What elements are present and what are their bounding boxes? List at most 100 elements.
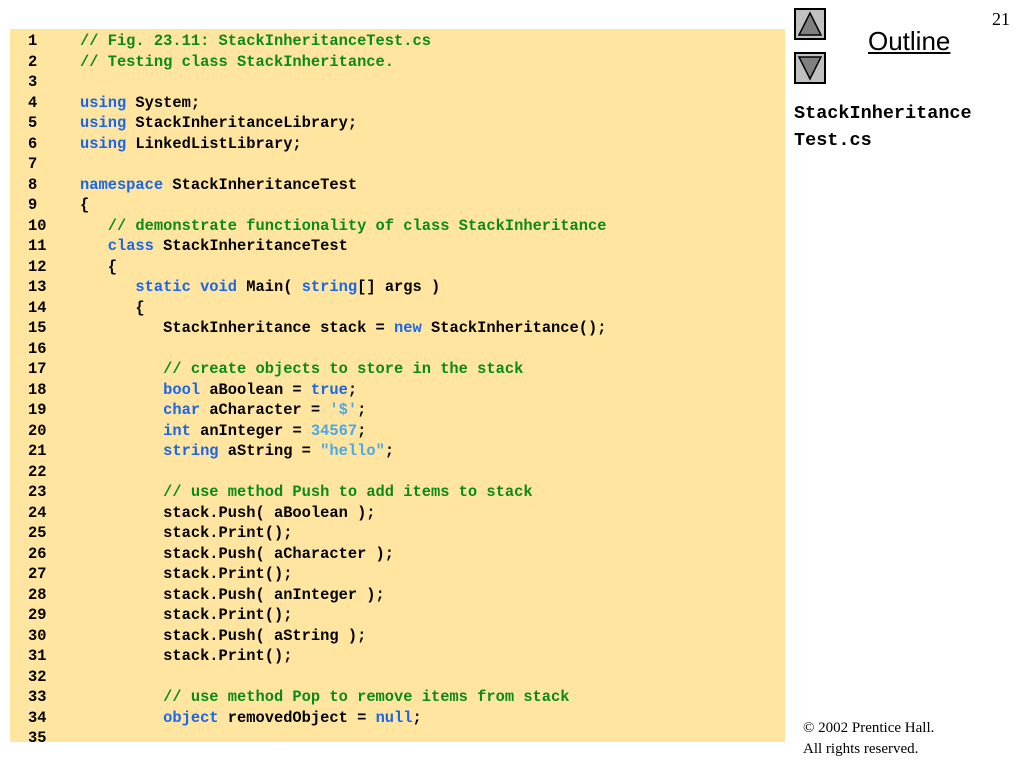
- line-number: 3: [28, 73, 38, 91]
- line-number: 2: [28, 52, 38, 71]
- slide-number: 21: [992, 9, 1010, 29]
- code-token: new: [394, 319, 422, 337]
- line-number: 15: [28, 319, 47, 337]
- code-token: // demonstrate functionality of class St…: [107, 216, 607, 235]
- code-token: // create objects to store in the stack: [163, 360, 524, 378]
- code-token: {: [80, 257, 117, 276]
- line-number: 28: [28, 585, 47, 604]
- code-token: aCharacter =: [200, 401, 330, 419]
- line-number: 21: [28, 442, 47, 460]
- code-text: stack.Print();: [80, 646, 292, 667]
- file-title-line: StackInheritance: [794, 103, 972, 124]
- code-token: {: [80, 298, 145, 317]
- next-slide-button[interactable]: [794, 52, 826, 84]
- previous-slide-button[interactable]: [794, 8, 826, 40]
- code-token: ;: [357, 401, 367, 419]
- code-token: // Fig. 23.11: StackInheritanceTest.cs: [80, 32, 431, 50]
- file-title: StackInheritance Test.cs: [794, 100, 972, 154]
- code-text: {: [80, 257, 117, 278]
- code-text: stack.Print();: [80, 564, 292, 585]
- line-number: 22: [28, 462, 47, 481]
- line-number: 11: [28, 237, 47, 255]
- code-text: using System;: [80, 93, 200, 114]
- code-token: '$': [329, 401, 358, 419]
- line-number: 14: [28, 298, 47, 317]
- line-number: 30: [28, 626, 47, 645]
- code-text: namespace StackInheritanceTest: [80, 175, 357, 196]
- code-text: stack.Push( aString );: [80, 626, 366, 647]
- code-listing-panel: 1 // Fig. 23.11: StackInheritanceTest.cs 2…: [10, 29, 785, 747]
- code-text: using StackInheritanceLibrary;: [80, 113, 357, 134]
- code-text: int anInteger = 34567;: [80, 421, 366, 442]
- line-number: 32: [28, 667, 47, 686]
- line-number: 13: [28, 278, 47, 296]
- line-number: 8: [28, 175, 38, 194]
- code-token: StackInheritance stack =: [80, 319, 395, 337]
- code-token: ;: [357, 421, 367, 440]
- code-text: object removedObject = null;: [80, 708, 422, 729]
- code-text: char aCharacter = '$';: [80, 400, 366, 421]
- code-token: int: [163, 421, 191, 440]
- copyright-line: All rights reserved.: [803, 741, 919, 757]
- line-number: 24: [28, 503, 47, 522]
- line-number: 17: [28, 360, 47, 378]
- code-token: ;: [384, 442, 395, 460]
- line-number: 31: [28, 647, 47, 665]
- code-token: aBoolean =: [200, 380, 311, 399]
- code-token: aString =: [218, 442, 321, 460]
- code-text: string aString = "hello";: [80, 441, 394, 462]
- line-number: 9: [28, 196, 38, 214]
- line-number: 1: [28, 32, 38, 50]
- line-number: 35: [28, 729, 47, 747]
- code-token: using: [80, 93, 127, 112]
- code-token: // use method Push to add items to stack: [163, 483, 533, 501]
- triangle-up-icon: [797, 11, 823, 36]
- code-token: ;: [347, 380, 358, 399]
- code-token: stack.Push( aCharacter );: [80, 544, 395, 563]
- code-text: // use method Push to add items to stack: [80, 482, 533, 503]
- line-number: 10: [28, 216, 47, 235]
- code-token: using: [80, 114, 127, 132]
- code-token: 34567: [310, 421, 358, 440]
- code-text: using LinkedListLibrary;: [80, 134, 302, 155]
- outline-link[interactable]: Outline: [868, 26, 950, 57]
- code-token: bool: [163, 380, 201, 399]
- line-number: 19: [28, 401, 47, 419]
- code-token: object: [163, 708, 219, 727]
- code-token: // Testing class StackInheritance.: [80, 52, 395, 71]
- code-token: static void: [135, 278, 238, 296]
- code-token: stack.Push( aBoolean );: [80, 503, 376, 522]
- code-token: LinkedListLibrary;: [126, 134, 302, 153]
- code-text: class StackInheritanceTest: [80, 236, 348, 257]
- line-number: 33: [28, 688, 47, 706]
- code-text: stack.Push( aBoolean );: [80, 503, 376, 524]
- code-text: stack.Print();: [80, 523, 292, 544]
- line-number: 29: [28, 606, 47, 624]
- code-token: anInteger =: [190, 421, 311, 440]
- code-text: bool aBoolean = true;: [80, 380, 357, 401]
- code-token: ;: [412, 708, 422, 727]
- code-text: {: [80, 298, 145, 319]
- code-token: char: [163, 401, 201, 419]
- code-token: stack.Print();: [80, 606, 293, 624]
- code-token: StackInheritanceLibrary;: [126, 114, 358, 132]
- code-token: using: [80, 134, 127, 153]
- code-token: null: [375, 708, 413, 727]
- line-number: 4: [28, 93, 38, 112]
- copyright-notice: © 2002 Prentice Hall. All rights reserve…: [803, 718, 934, 760]
- code-token: System;: [126, 93, 201, 112]
- file-title-line: Test.cs: [794, 130, 872, 151]
- line-number: 5: [28, 114, 38, 132]
- code-text: // demonstrate functionality of class St…: [80, 216, 607, 237]
- code-text: stack.Print();: [80, 605, 292, 626]
- code-token: StackInheritanceTest: [153, 237, 348, 255]
